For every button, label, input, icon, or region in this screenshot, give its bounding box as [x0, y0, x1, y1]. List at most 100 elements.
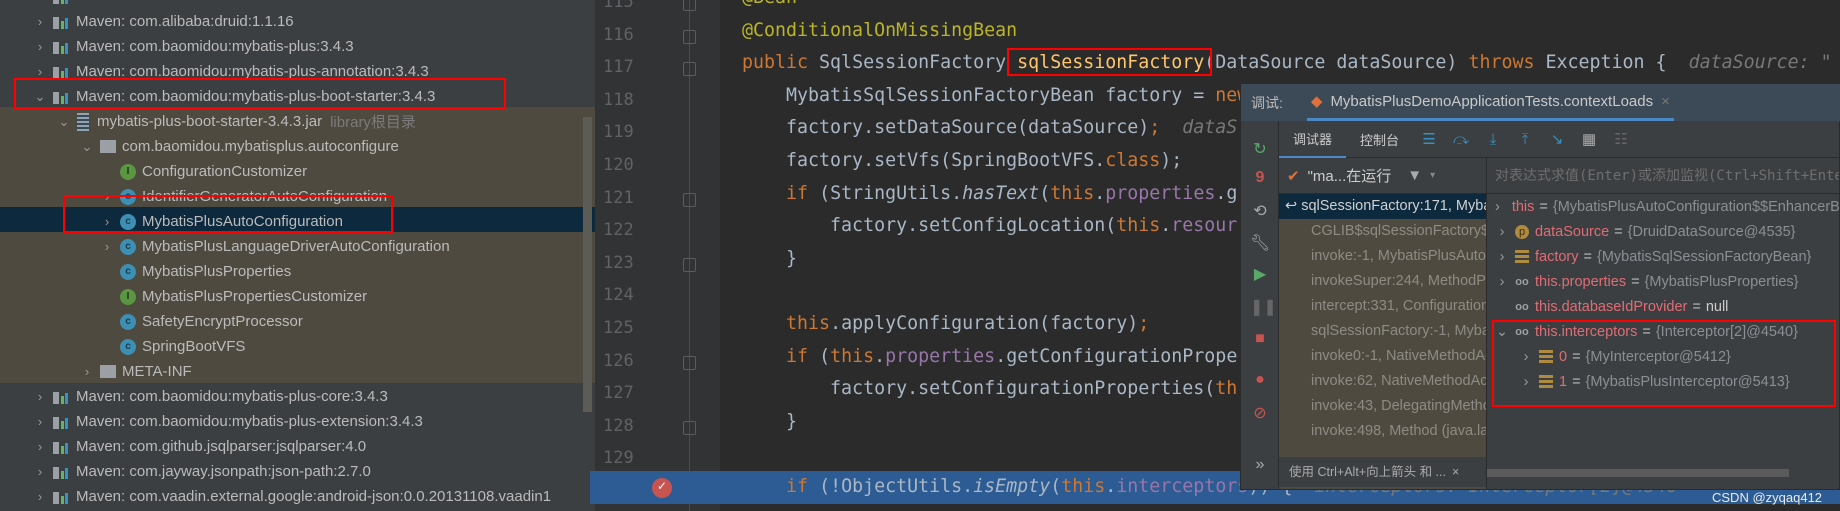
field-icon [1515, 249, 1529, 264]
code-token: ( [1039, 182, 1051, 204]
watch-icon: oo [1515, 275, 1529, 288]
layout-icon[interactable]: ☰ [1413, 130, 1445, 148]
tab-debugger[interactable]: 调试器 [1279, 121, 1347, 158]
resume-icon[interactable]: ▶ [1250, 264, 1270, 284]
dropdown-icon[interactable]: ▾ [1430, 170, 1435, 181]
code-token: . [1094, 182, 1106, 204]
variable-value: {MybatisSqlSessionFactoryBean} [1596, 248, 1812, 265]
tab-console[interactable]: 控制台 [1346, 121, 1413, 158]
code-token: . [874, 345, 886, 367]
variables-scrollbar[interactable] [1487, 469, 1789, 477]
stop-icon[interactable]: ■ [1250, 330, 1270, 348]
field-icon [1539, 374, 1553, 389]
code-token: properties [885, 345, 996, 367]
trace-stream-icon[interactable]: ☷ [1605, 130, 1637, 148]
code-line[interactable]: } [742, 248, 797, 281]
code-token: Exception { [1545, 52, 1689, 74]
stack-frame-label: invoke:-1, MybatisPlusAutoConfiguration [1311, 248, 1486, 264]
wrench-icon[interactable]: 🔧︎ [1250, 233, 1270, 253]
code-token: factory.setConfigLocation( [742, 215, 1117, 237]
chevron-right-icon[interactable]: › [1519, 374, 1533, 390]
restore-layout-icon[interactable]: ⟲ [1250, 201, 1270, 221]
variable-row[interactable]: ⌄ oo this.interceptors = {Interceptor[2]@454… [1487, 319, 1839, 344]
code-line[interactable]: factory.setConfigLocation(this.resour [742, 215, 1237, 248]
stack-frame[interactable]: sqlSessionFactory:-1, MybatisPlusAutoCon… [1279, 319, 1486, 344]
debug-toolbar: 调试器 控制台 ☰ ⤼ ⤓ ⤒ ↘ ▦ ☷ [1279, 121, 1839, 158]
variable-row[interactable]: › this = {MybatisPlusAutoConfiguration$$Enh… [1487, 194, 1839, 219]
variable-row[interactable]: › 0 = {MyInterceptor@5412} [1487, 344, 1839, 369]
variable-value: {MybatisPlusInterceptor@5413} [1585, 373, 1790, 390]
variable-name: dataSource [1535, 223, 1610, 240]
evaluate-input[interactable]: 对表达式求值(Enter)或添加监视(Ctrl+Shift+Enter) [1487, 158, 1839, 194]
frames-hint: 使用 Ctrl+Alt+向上箭头 和 ... × [1279, 457, 1486, 487]
view-breakpoints-icon[interactable]: ● [1250, 371, 1270, 389]
stack-frame-label: invoke0:-1, NativeMethodAccessorImpl [1311, 348, 1486, 364]
chevron-down-icon[interactable]: ⌄ [1495, 324, 1509, 340]
code-token: MybatisSqlSessionFactoryBean factory = [742, 84, 1216, 106]
close-icon[interactable]: × [1661, 93, 1670, 110]
debug-panel: 调试: ◆ MybatisPlusDemoApplicationTests.co… [1240, 83, 1840, 490]
code-token: hasText [962, 182, 1040, 204]
code-line[interactable]: @ConditionalOnMissingBean [742, 20, 1017, 53]
variable-name: this.interceptors [1535, 323, 1638, 340]
code-token: . [1105, 476, 1117, 497]
watch-icon: oo [1515, 325, 1529, 338]
watermark: CSDN @zyqaq412 [1712, 490, 1823, 505]
close-icon[interactable]: × [1452, 465, 1459, 479]
rerun-icon[interactable]: ↻ [1250, 139, 1270, 159]
chevron-right-icon[interactable]: › [1495, 274, 1509, 290]
run-to-cursor-icon[interactable]: ↘ [1541, 130, 1573, 148]
code-line[interactable]: this.applyConfiguration(factory); [742, 313, 1149, 346]
variable-row[interactable]: › 1 = {MybatisPlusInterceptor@5413} [1487, 369, 1839, 394]
code-line[interactable]: factory.setVfs(SpringBootVFS.class); [742, 150, 1182, 183]
code-token: factory.setDataSource(dataSource) [742, 117, 1150, 139]
code-token: } [742, 247, 798, 269]
evaluate-expression-icon[interactable]: ▦ [1573, 130, 1605, 148]
variable-row[interactable]: › factory = {MybatisSqlSessionFactoryBean} [1487, 244, 1839, 269]
chevron-right-icon[interactable]: › [1519, 349, 1533, 365]
code-token: this [830, 345, 875, 367]
code-token: ; [1138, 313, 1150, 334]
code-token: throws [1468, 52, 1546, 74]
code-line[interactable]: @Bean [742, 0, 797, 20]
code-token: if [786, 476, 820, 497]
variable-value: {MybatisPlusProperties} [1644, 273, 1799, 290]
code-line[interactable]: MybatisSqlSessionFactoryBean factory = n… [742, 85, 1248, 118]
stack-frame[interactable]: invoke:62, NativeMethodAccessorImpl [1279, 369, 1486, 394]
pause-icon[interactable]: ❚❚ [1250, 297, 1277, 317]
stack-frame[interactable]: intercept:331, ConfigurationClassEnhance… [1279, 294, 1486, 319]
chevron-right-icon[interactable]: › [1495, 224, 1509, 240]
more-icon[interactable]: » [1250, 456, 1270, 474]
stack-frame[interactable]: invoke:498, Method (java.lang.reflect) [1279, 419, 1486, 444]
stack-frame[interactable]: CGLIB$sqlSessionFactory$0, MybatisPlusAu… [1279, 219, 1486, 244]
variable-row[interactable]: › p dataSource = {DruidDataSource@4535} [1487, 219, 1839, 244]
stack-frame[interactable]: ↩ sqlSessionFactory:171, MybatisPlusAuto… [1279, 194, 1486, 219]
stack-frame[interactable]: invoke0:-1, NativeMethodAccessorImpl [1279, 344, 1486, 369]
code-line[interactable]: } [742, 411, 797, 444]
debug-session-tab[interactable]: ◆ MybatisPlusDemoApplicationTests.contex… [1306, 84, 1674, 121]
rerun-failed-icon[interactable]: 9 [1250, 169, 1270, 187]
stack-frame[interactable]: invokeSuper:244, MethodProxy [1279, 269, 1486, 294]
step-out-icon[interactable]: ⤒ [1509, 131, 1541, 148]
code-token: .applyConfiguration(factory) [830, 313, 1139, 334]
stack-frame[interactable]: invoke:-1, MybatisPlusAutoConfiguration [1279, 244, 1486, 269]
code-line[interactable]: public SqlSessionFactory sqlSessionFacto… [742, 52, 1832, 85]
code-token: sqlSessionFactory [1017, 52, 1205, 74]
code-token: (!ObjectUtils. [819, 476, 974, 497]
chevron-right-icon[interactable]: › [1495, 249, 1509, 265]
code-line[interactable]: factory.setConfigurationProperties(th [742, 378, 1237, 411]
variable-row[interactable]: oo this.databaseIdProvider = null [1487, 294, 1839, 319]
filter-icon[interactable]: ▼ [1407, 167, 1422, 184]
field-icon [1539, 349, 1553, 364]
variable-row[interactable]: › oo this.properties = {MybatisPlusPropertie… [1487, 269, 1839, 294]
code-line[interactable]: if (this.properties.getConfigurationProp… [742, 346, 1237, 379]
code-line[interactable]: if (StringUtils.hasText(this.properties.… [742, 183, 1237, 216]
step-into-icon[interactable]: ⤓ [1477, 131, 1509, 148]
step-over-icon[interactable]: ⤼ [1445, 131, 1477, 148]
mute-breakpoints-icon[interactable]: ⊘ [1250, 403, 1270, 423]
chevron-right-icon[interactable]: › [1495, 199, 1500, 215]
thread-selector[interactable]: ✔ "ma...在运行 ▼ ▾ [1279, 158, 1486, 194]
stack-frame[interactable]: invoke:43, DelegatingMethodAccessorImpl [1279, 394, 1486, 419]
parameter-icon: p [1515, 224, 1529, 239]
code-line[interactable]: factory.setDataSource(dataSource); dataS [742, 117, 1237, 150]
